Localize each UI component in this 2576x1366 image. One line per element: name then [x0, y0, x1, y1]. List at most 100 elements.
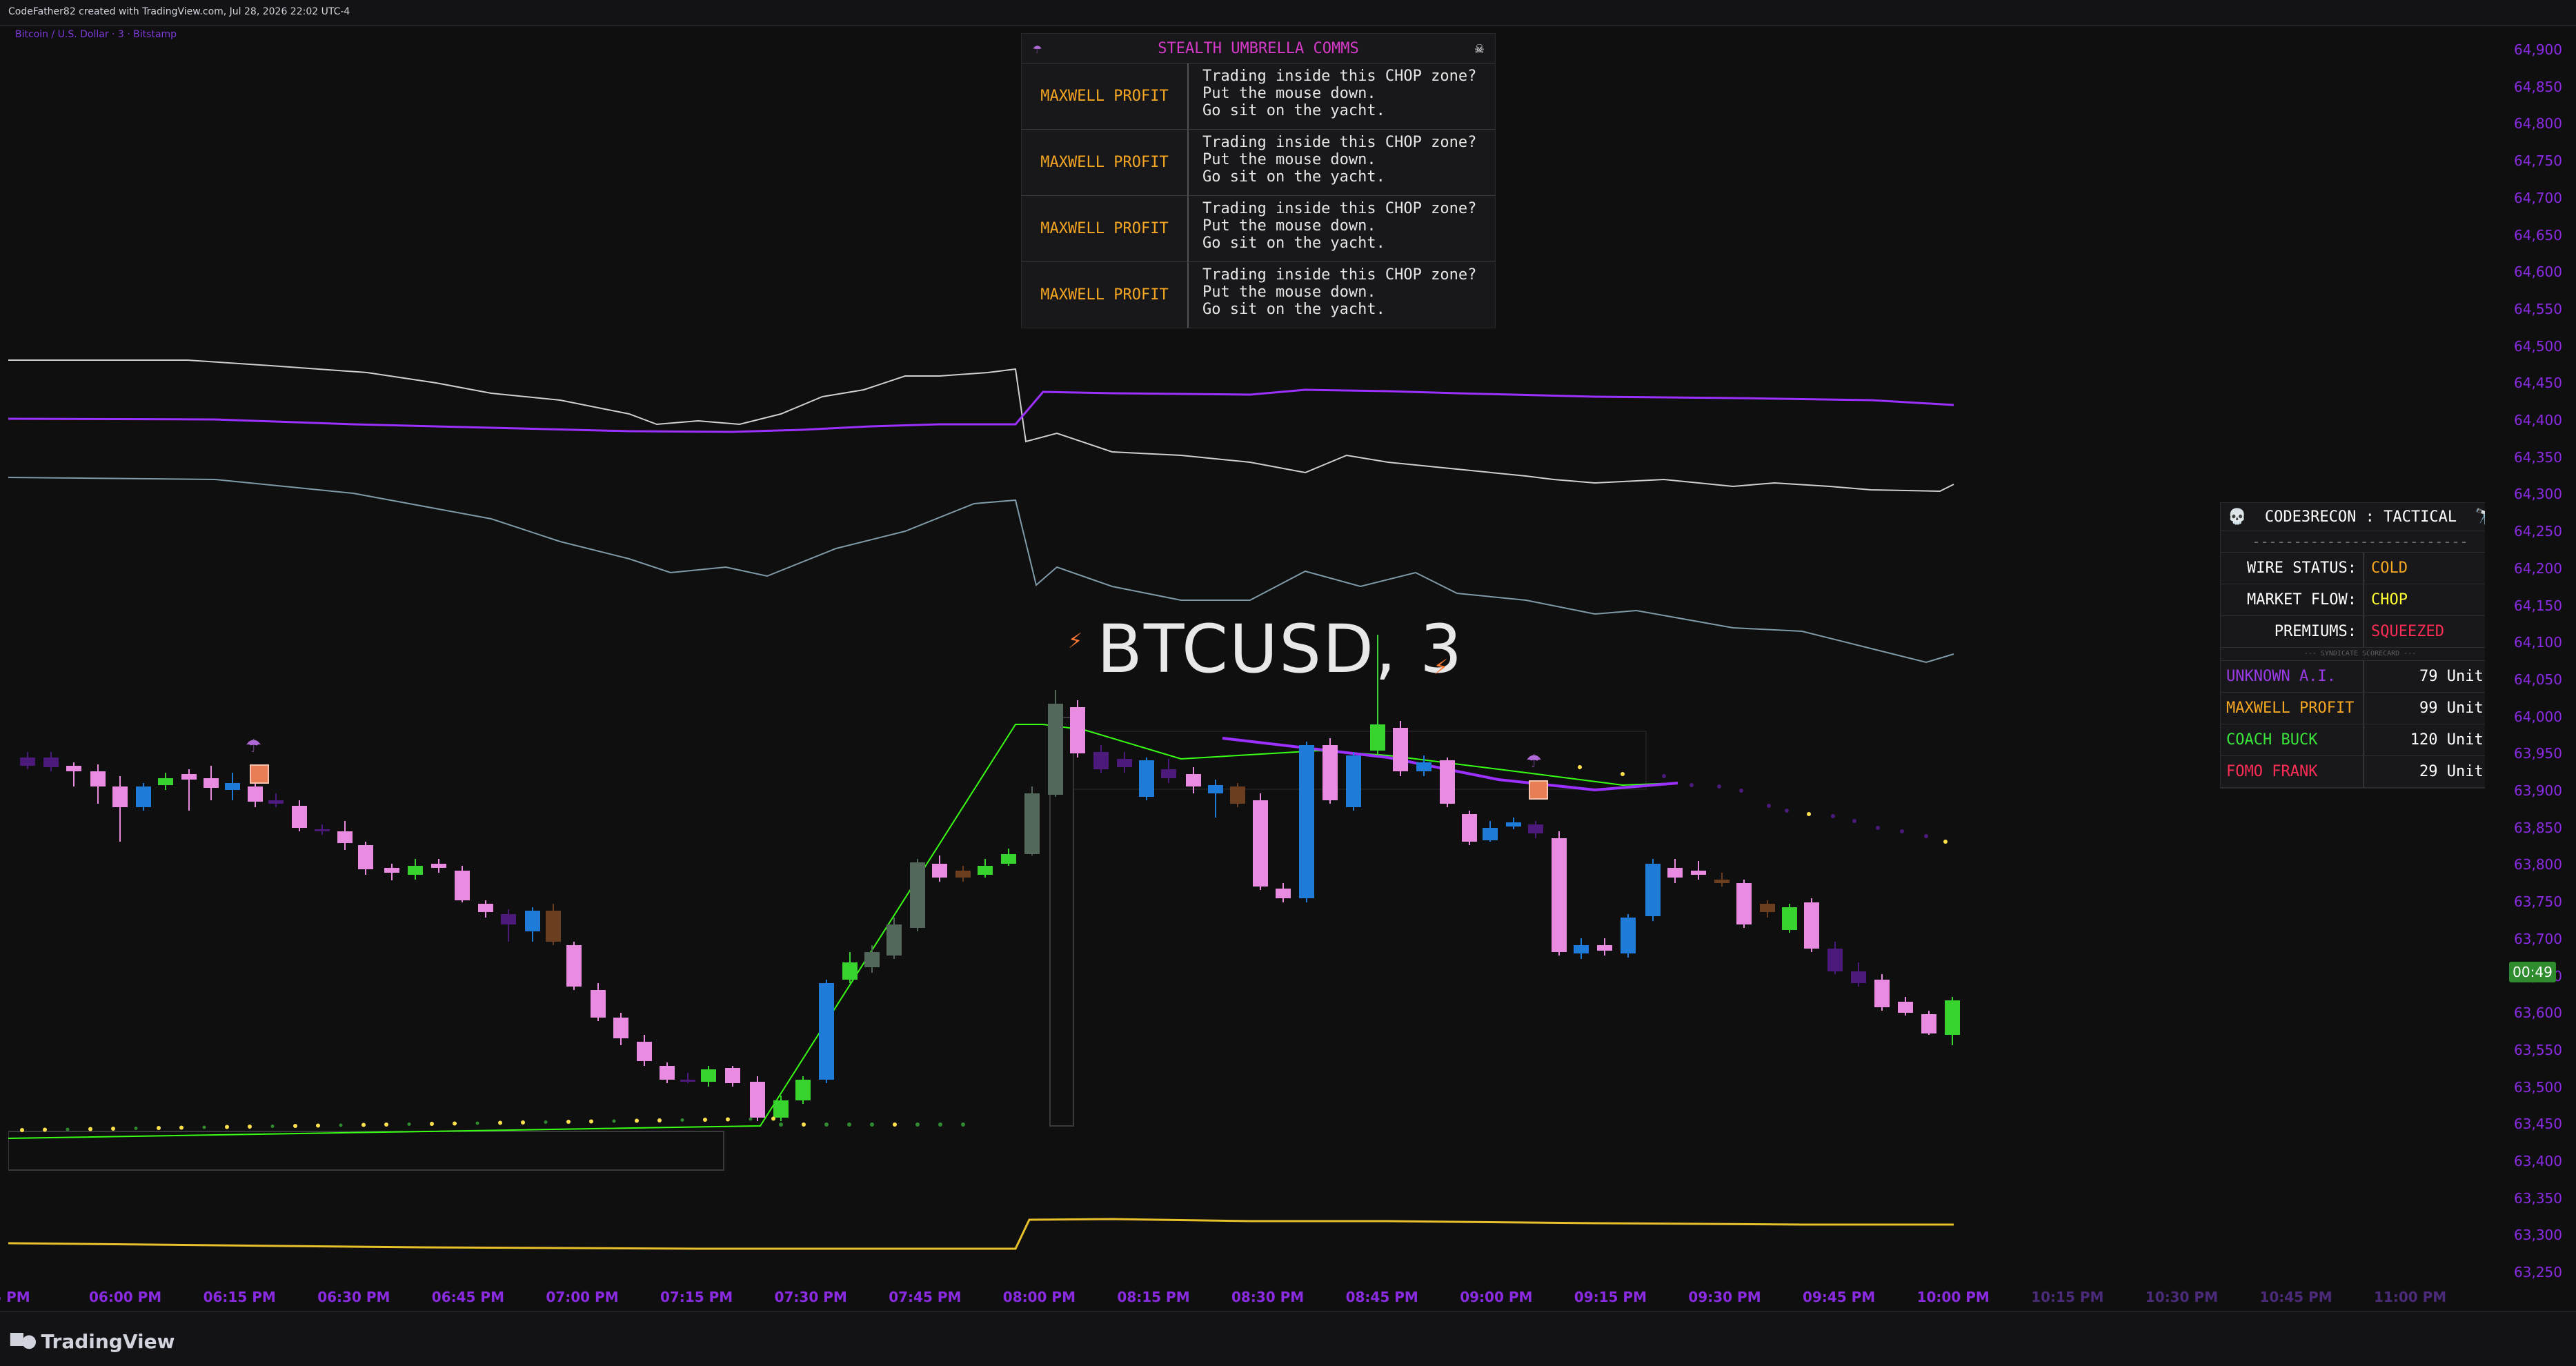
comms-row: MAXWELL PROFIT Trading inside this CHOP z…: [1022, 261, 1495, 328]
tradingview-brand[interactable]: ⯀● TradingView: [10, 1330, 175, 1353]
signal-dot: [779, 1122, 783, 1127]
candle-body: [112, 786, 128, 807]
top-bar: CodeFather82 created with TradingView.co…: [0, 0, 2576, 26]
signal-dot: [893, 1122, 897, 1127]
candle-body: [315, 829, 330, 831]
candlesticks: [20, 635, 1960, 1121]
time-tick-label: 07:15 PM: [660, 1289, 733, 1305]
price-tick-label: 63,600: [2514, 1004, 2562, 1022]
candle-body: [1208, 785, 1223, 793]
recon-panel: 💀 CODE3RECON : TACTICAL 🔭 --------------…: [2220, 502, 2500, 789]
bottom-bar: ⯀● TradingView: [0, 1311, 2576, 1366]
signal-dot: [498, 1120, 502, 1125]
chart-credit: CodeFather82 created with TradingView.co…: [8, 6, 350, 17]
signal-dot: [1621, 772, 1625, 776]
time-tick-label: 06:00 PM: [89, 1289, 162, 1305]
time-tick-label: 10:45 PM: [2259, 1289, 2332, 1305]
price-tick-label: 64,100: [2514, 634, 2562, 651]
mid-band-line: [8, 388, 1954, 433]
candle-body: [1161, 769, 1176, 778]
candle-body: [1230, 786, 1245, 804]
comms-title: STEALTH UMBRELLA COMMS: [1158, 39, 1359, 57]
signal-dot: [915, 1122, 920, 1127]
price-tick-label: 63,400: [2514, 1153, 2562, 1169]
price-tick-label: 63,500: [2514, 1078, 2562, 1096]
signal-dot: [961, 1122, 965, 1127]
candle-body: [725, 1068, 740, 1083]
candle-body: [660, 1066, 675, 1080]
candle-body: [1782, 907, 1797, 930]
signal-dot: [225, 1125, 229, 1129]
signal-dot: [824, 1122, 829, 1127]
bar-countdown: 00:49: [2509, 962, 2556, 982]
price-tick-label: 63,900: [2514, 782, 2562, 799]
comms-sender: MAXWELL PROFIT: [1022, 130, 1189, 195]
time-axis[interactable]: 5 PM 06:00 PM 06:15 PM 06:30 PM 06:45 PM 07:0…: [0, 1285, 2485, 1309]
signal-dot: [589, 1119, 593, 1124]
comms-row: MAXWELL PROFIT Trading inside this CHOP z…: [1022, 195, 1495, 261]
scorecard-row: FOMO FRANK 29 Units: [2221, 756, 2499, 788]
scorecard-name: UNKNOWN A.I.: [2221, 661, 2364, 692]
price-tick-label: 64,900: [2514, 41, 2562, 58]
signal-dot: [202, 1125, 206, 1129]
lower-band-line: [8, 477, 1954, 664]
candle-body: [773, 1100, 789, 1118]
signal-dot: [1900, 829, 1904, 833]
brick-icon: [1529, 780, 1548, 800]
candle-body: [1574, 945, 1589, 953]
lightning-icon: ⚡: [1068, 629, 1083, 653]
price-axis[interactable]: 64,900 64,850 64,800 64,750 64,700 64,650 64,6…: [2485, 26, 2576, 1309]
comms-message: Trading inside this CHOP zone? Put the m…: [1202, 134, 1477, 186]
time-tick-label: 08:00 PM: [1002, 1289, 1076, 1305]
comms-row: MAXWELL PROFIT Trading inside this CHOP z…: [1022, 129, 1495, 195]
recon-status-row: MARKET FLOW: CHOP: [2221, 584, 2499, 616]
scorecard-units: 99 Units: [2419, 700, 2493, 717]
scorecard-row: MAXWELL PROFIT 99 Units: [2221, 693, 2499, 724]
scorecard-title: --- SYNDICATE SCORECARD ---: [2221, 648, 2499, 661]
price-tick-label: 63,300: [2514, 1227, 2562, 1244]
candle-body: [1393, 728, 1408, 771]
time-tick-label: 07:00 PM: [546, 1289, 619, 1305]
scorecard-row: UNKNOWN A.I. 79 Units: [2221, 661, 2499, 693]
candle-body: [795, 1080, 811, 1100]
candle-body: [978, 866, 993, 875]
signal-dot: [179, 1125, 184, 1130]
candle-body: [43, 758, 59, 767]
time-tick-label: 06:45 PM: [431, 1289, 504, 1305]
price-tick-label: 63,550: [2514, 1041, 2562, 1058]
candle-body: [1760, 904, 1775, 912]
signal-dot: [1924, 834, 1928, 838]
scorecard-units: 29 Units: [2419, 763, 2493, 780]
candle-body: [637, 1042, 652, 1061]
candle-body: [546, 911, 561, 942]
candle-body: [158, 778, 173, 785]
scorecard-units: 79 Units: [2419, 668, 2493, 685]
candle-body: [1253, 800, 1268, 887]
signal-dot: [1807, 812, 1811, 816]
price-tick-label: 64,200: [2514, 560, 2562, 577]
signal-dot: [870, 1122, 874, 1127]
status-value: CHOP: [2371, 591, 2408, 608]
price-tick-label: 63,750: [2514, 893, 2562, 911]
candle-body: [292, 806, 307, 828]
comms-message: Trading inside this CHOP zone? Put the m…: [1202, 200, 1477, 252]
signal-dot: [134, 1127, 138, 1130]
status-value: SQUEEZED: [2371, 623, 2444, 640]
recon-status-row: PREMIUMS: SQUEEZED: [2221, 616, 2499, 648]
candle-body: [1667, 868, 1683, 878]
candle-body: [1645, 864, 1661, 916]
signal-dot: [802, 1122, 806, 1127]
yellow-band-line: [8, 1218, 1954, 1250]
signal-dot: [111, 1127, 115, 1131]
signal-dot: [157, 1126, 161, 1130]
candle-body: [1462, 814, 1477, 842]
time-tick-label: 08:15 PM: [1117, 1289, 1190, 1305]
signal-dot: [1767, 804, 1771, 808]
price-tick-label: 63,950: [2514, 745, 2562, 762]
signal-dot: [1943, 840, 1948, 844]
status-key: PREMIUMS:: [2221, 616, 2364, 647]
signal-dot: [43, 1127, 47, 1132]
signal-dot: [316, 1123, 320, 1128]
price-tick-label: 63,800: [2514, 856, 2562, 873]
time-tick-label: 10:30 PM: [2145, 1289, 2218, 1305]
